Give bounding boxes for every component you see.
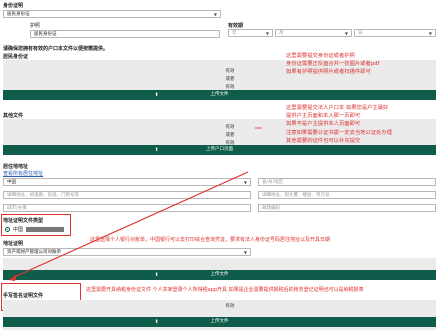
arrow-head — [9, 274, 17, 281]
annotation-arrows — [9, 127, 262, 281]
arrow-line — [11, 171, 249, 279]
